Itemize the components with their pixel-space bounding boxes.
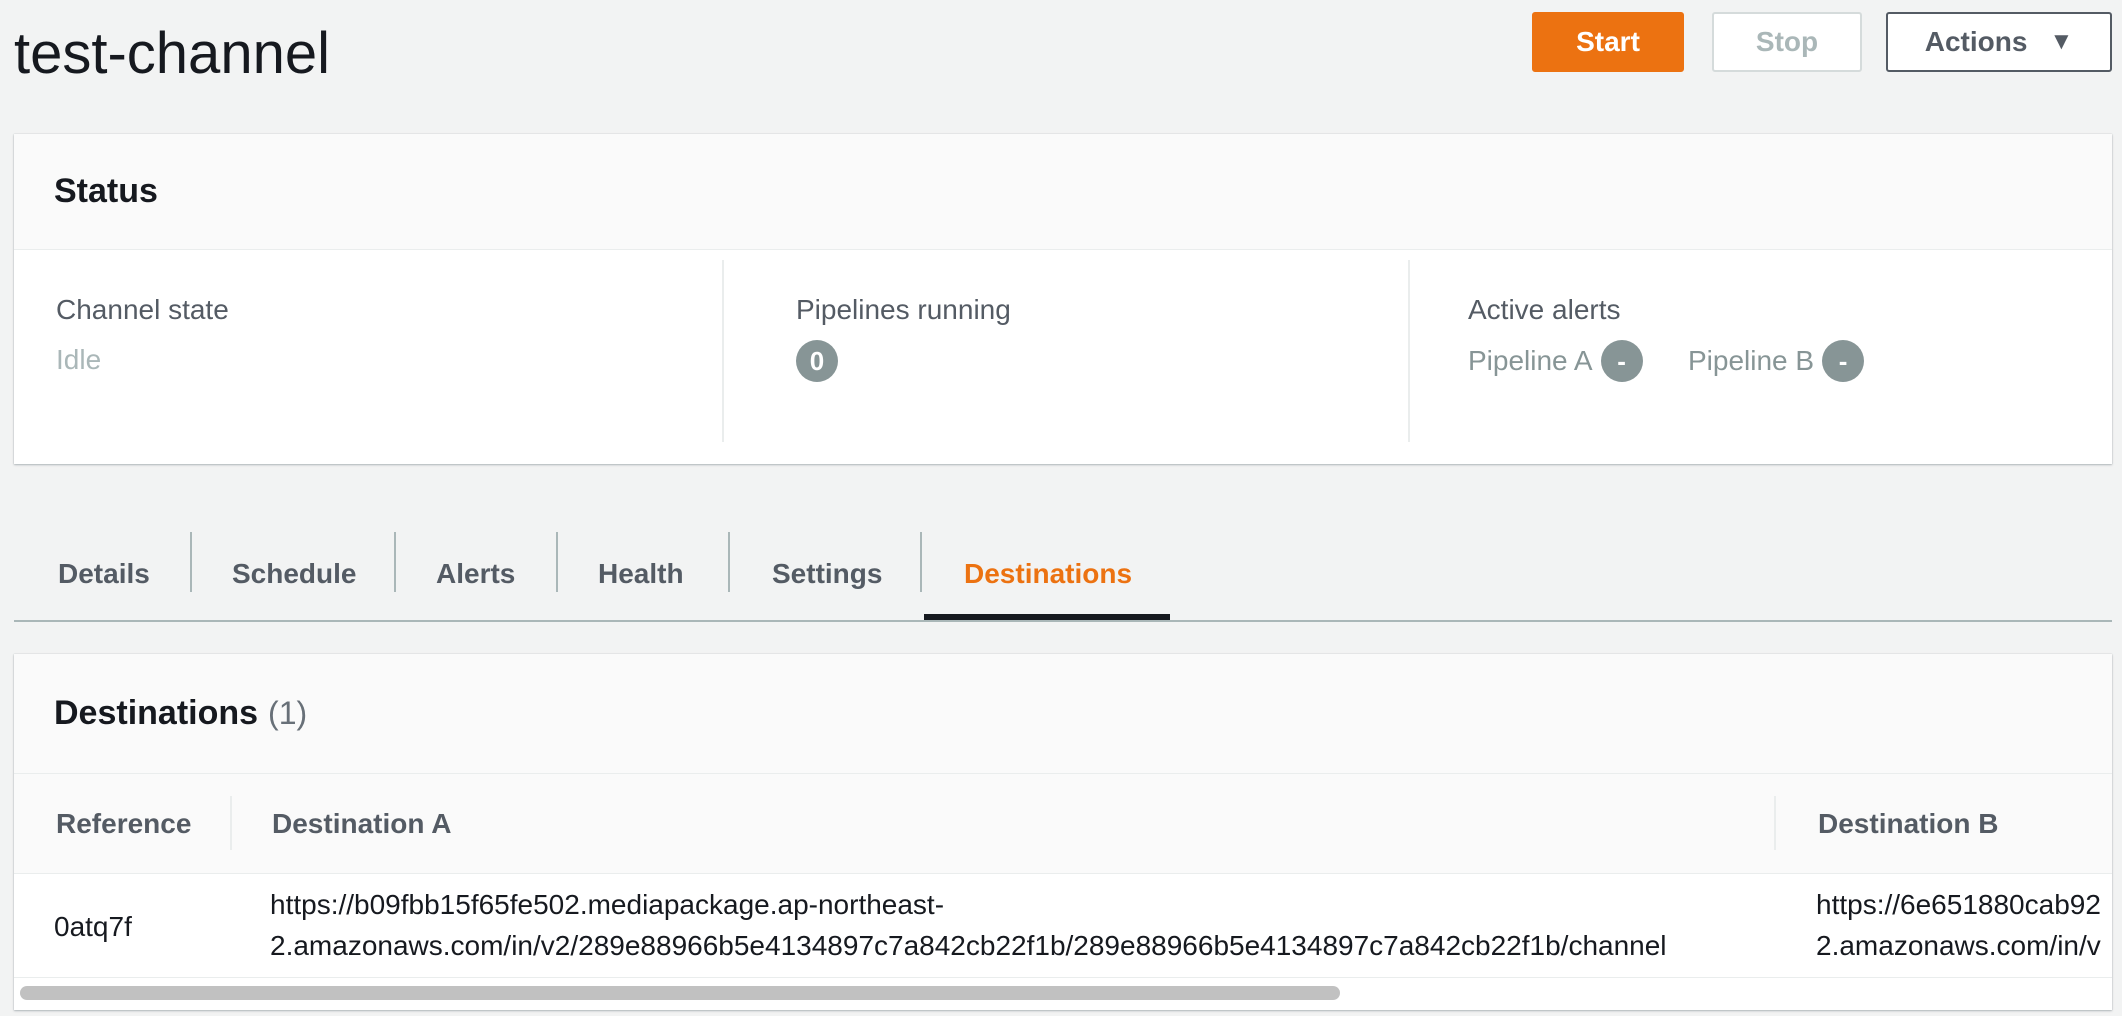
tab-divider <box>920 532 922 592</box>
start-button-label: Start <box>1576 26 1640 57</box>
pipeline-a-badge: - <box>1600 340 1643 382</box>
tab-destinations[interactable]: Destinations <box>964 528 1132 620</box>
tab-settings[interactable]: Settings <box>772 528 882 620</box>
horizontal-scrollbar[interactable] <box>14 980 2112 1004</box>
column-header-destination-a[interactable]: Destination A <box>272 774 451 873</box>
stop-button-label: Stop <box>1755 26 1819 57</box>
cell-destination-b: https://6e651880cab92 2.amazonaws.com/in… <box>1816 884 2101 966</box>
tab-alerts[interactable]: Alerts <box>436 528 515 620</box>
caret-down-icon: ▼ <box>2049 28 2074 55</box>
page-title: test-channel <box>14 21 330 86</box>
channel-state-value: Idle <box>56 344 102 375</box>
pipeline-a-alerts: Pipeline A - <box>1468 340 1643 382</box>
status-panel: Status Channel state Idle Pipelines runn… <box>14 134 2112 464</box>
pipeline-b-badge: - <box>1822 340 1865 382</box>
tab-divider <box>728 532 730 592</box>
table-row: 0atq7f https://b09fbb15f65fe502.mediapac… <box>14 874 2112 978</box>
actions-button-label: Actions <box>1924 26 2028 57</box>
column-header-destination-b[interactable]: Destination B <box>1818 774 1998 873</box>
pipelines-running-value-wrap: 0 <box>796 340 838 382</box>
tab-divider <box>190 532 192 592</box>
start-button[interactable]: Start <box>1532 12 1684 72</box>
channel-state-section: Channel state Idle <box>14 250 722 464</box>
tab-details[interactable]: Details <box>58 528 150 620</box>
pipeline-b-alerts: Pipeline B - <box>1688 340 1865 382</box>
tab-health[interactable]: Health <box>598 528 684 620</box>
status-columns: Channel state Idle Pipelines running 0 A… <box>14 250 2112 464</box>
destinations-panel: Destinations (1) Reference Destination A… <box>14 654 2112 1010</box>
column-header-reference[interactable]: Reference <box>56 774 191 873</box>
stop-button[interactable]: Stop <box>1712 12 1862 72</box>
destinations-heading-row: Destinations (1) <box>14 654 2112 774</box>
cell-reference: 0atq7f <box>54 911 132 942</box>
tab-bar: Details Schedule Alerts Health Settings … <box>14 528 2112 622</box>
table-header: Reference Destination A Destination B <box>14 774 2112 874</box>
cell-destination-b-line2: 2.amazonaws.com/in/v <box>1816 930 2101 961</box>
cell-destination-b-line1: https://6e651880cab92 <box>1816 889 2101 920</box>
pipelines-running-label: Pipelines running <box>796 294 1011 325</box>
pipelines-running-badge: 0 <box>796 340 838 382</box>
actions-dropdown-button[interactable]: Actions ▼ <box>1886 12 2112 72</box>
tab-schedule[interactable]: Schedule <box>232 528 356 620</box>
scrollbar-thumb[interactable] <box>20 986 1340 1000</box>
channel-state-label: Channel state <box>56 294 229 325</box>
cell-destination-a-line2: 2.amazonaws.com/in/v2/289e88966b5e413489… <box>270 930 1667 961</box>
pipeline-b-label: Pipeline B <box>1688 345 1815 376</box>
pipelines-running-section: Pipelines running 0 <box>724 250 1400 464</box>
tab-divider <box>394 532 396 592</box>
destinations-count: (1) <box>268 695 308 731</box>
status-heading: Status <box>14 134 2112 250</box>
pipeline-a-label: Pipeline A <box>1468 345 1593 376</box>
destinations-heading: Destinations <box>54 694 259 732</box>
tab-divider <box>556 532 558 592</box>
active-alerts-section: Active alerts Pipeline A - Pipeline B - <box>1410 250 2110 464</box>
active-tab-indicator <box>924 614 1170 620</box>
active-alerts-label: Active alerts <box>1468 294 1621 325</box>
column-resizer[interactable] <box>1774 796 1776 850</box>
cell-destination-a-line1: https://b09fbb15f65fe502.mediapackage.ap… <box>270 889 945 920</box>
cell-destination-a: https://b09fbb15f65fe502.mediapackage.ap… <box>270 884 1667 966</box>
column-resizer[interactable] <box>230 796 232 850</box>
